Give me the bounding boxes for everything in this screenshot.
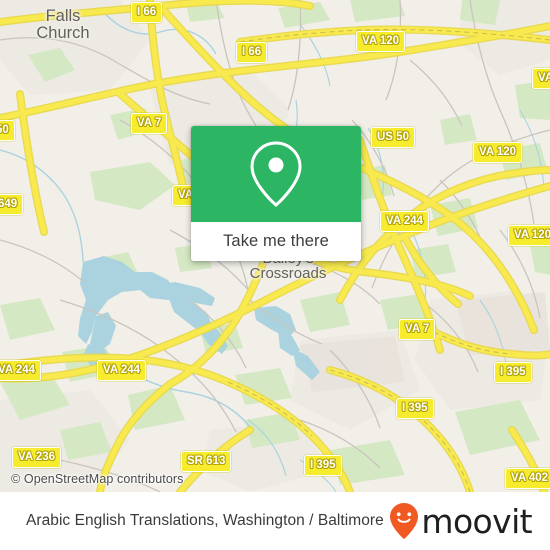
moovit-smiley-pin-icon xyxy=(390,503,419,539)
take-me-there-button[interactable]: Take me there xyxy=(223,232,329,251)
road-shield: VA 7 xyxy=(399,319,436,340)
road-shield: VA 402 xyxy=(505,468,550,489)
road-shield: I 395 xyxy=(494,362,532,383)
road-shield: VA 120 xyxy=(473,142,523,163)
road-shield: SR 613 xyxy=(181,451,232,472)
footer-content: Arabic English Translations, Washington … xyxy=(0,492,550,550)
road-shield: 50 xyxy=(0,120,15,141)
map-attribution: © OpenStreetMap contributors xyxy=(11,472,184,486)
road-shield: US 50 xyxy=(371,127,415,148)
road-shield: 649 xyxy=(0,194,24,215)
road-shield: VA 244 xyxy=(0,360,42,381)
card-footer[interactable]: Take me there xyxy=(191,222,361,261)
road-shield: I 395 xyxy=(396,398,434,419)
location-callout-card[interactable]: Take me there xyxy=(191,126,361,261)
road-shield: VA 244 xyxy=(97,360,147,381)
moovit-map-screenshot: Falls Church Bailey's Crossroads I 66 VA… xyxy=(0,0,550,550)
page-title: Arabic English Translations, Washington … xyxy=(26,512,384,529)
page-footer: Arabic English Translations, Washington … xyxy=(0,492,550,550)
map-area[interactable]: Falls Church Bailey's Crossroads I 66 VA… xyxy=(0,0,550,492)
road-shield: VA 120 xyxy=(356,31,406,52)
road-shield: VA xyxy=(532,68,550,89)
road-shield: I 66 xyxy=(131,2,163,23)
road-shield: I 395 xyxy=(304,455,342,476)
road-shield: VA 120 xyxy=(508,225,550,246)
moovit-logo[interactable]: moovit xyxy=(389,501,533,541)
card-header xyxy=(191,126,361,222)
place-label-falls-church: Falls Church xyxy=(36,7,90,42)
moovit-wordmark: moovit xyxy=(421,501,532,541)
road-shield: VA 7 xyxy=(131,113,168,134)
road-shield: VA 244 xyxy=(380,211,430,232)
map-pin-icon xyxy=(250,141,302,207)
road-shield: I 66 xyxy=(236,42,268,63)
road-shield: VA 236 xyxy=(12,447,62,468)
